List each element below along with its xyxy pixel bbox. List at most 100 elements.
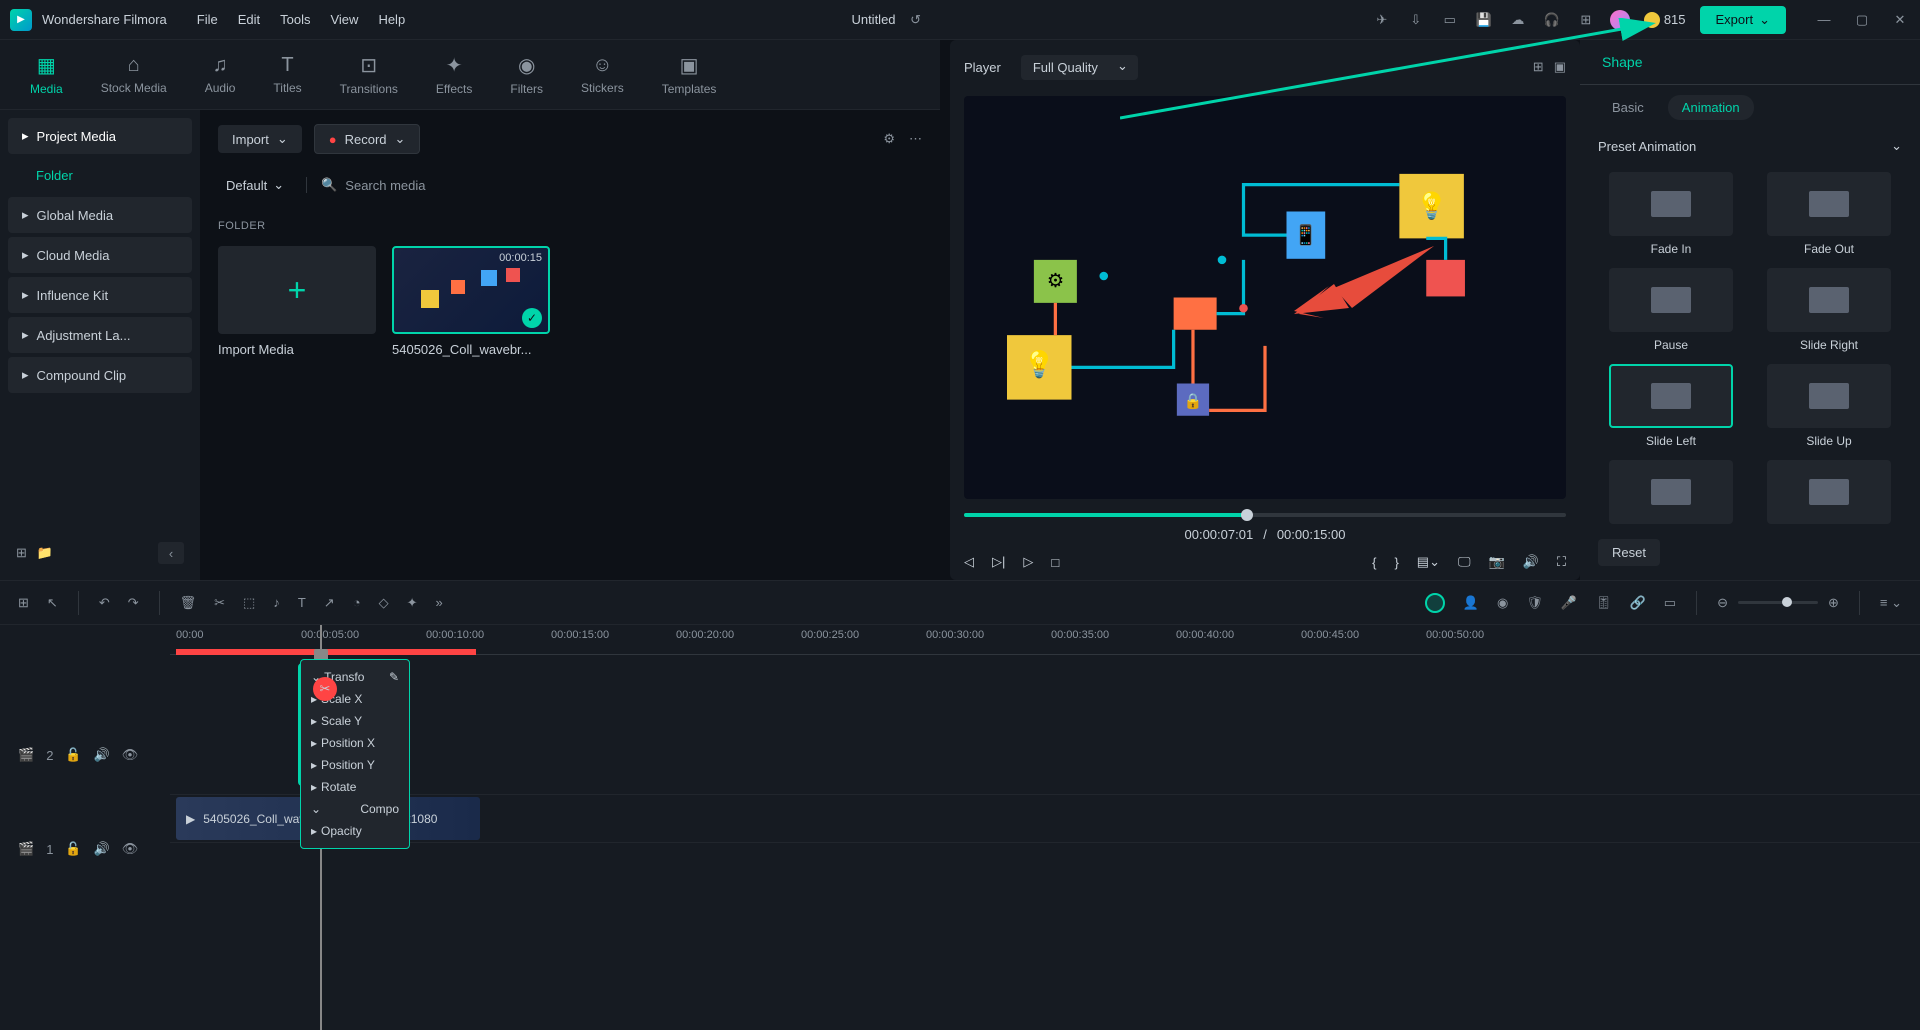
sidebar-item-global-media[interactable]: ▸Global Media xyxy=(8,197,192,233)
prop-rotate[interactable]: ▸Rotate xyxy=(301,776,409,798)
zoom-handle[interactable] xyxy=(1782,597,1792,607)
step-button[interactable]: ▷| xyxy=(992,554,1005,570)
mute-icon[interactable]: 🔊 xyxy=(94,841,110,857)
menu-view[interactable]: View xyxy=(330,12,358,27)
mic-button[interactable]: 🎤 xyxy=(1561,595,1577,611)
grid-view-icon[interactable]: ⊞ xyxy=(1533,59,1544,75)
text-button[interactable]: T xyxy=(298,595,306,610)
support-icon[interactable]: 🎧 xyxy=(1542,10,1562,30)
quality-select[interactable]: Full Quality xyxy=(1021,55,1138,80)
animation-preset-vortex-in[interactable]: Vortex In xyxy=(1756,460,1902,529)
sidebar-item-project-media[interactable]: ▸Project Media xyxy=(8,118,192,154)
menu-tools[interactable]: Tools xyxy=(280,12,310,27)
export-button[interactable]: Export ⌄ xyxy=(1700,6,1786,34)
prop-position-y[interactable]: ▸Position Y xyxy=(301,754,409,776)
import-media-card[interactable]: + Import Media xyxy=(218,246,376,357)
grid-icon[interactable]: ⊞ xyxy=(18,595,29,611)
prev-frame-button[interactable]: ◁ xyxy=(964,554,974,570)
eye-icon[interactable]: 👁 xyxy=(122,747,139,763)
music-button[interactable]: ♪ xyxy=(273,595,280,610)
animation-preset-slide-left[interactable]: Slide Left xyxy=(1598,364,1744,448)
filter-icon[interactable]: ⚙ xyxy=(883,131,895,147)
audio-mix-button[interactable]: 🎚 xyxy=(1595,595,1612,611)
zoom-in-button[interactable]: ⊕ xyxy=(1828,595,1839,611)
tab-templates[interactable]: ▣Templates xyxy=(662,53,717,96)
menu-edit[interactable]: Edit xyxy=(238,12,260,27)
fullscreen-button[interactable]: ⛶ xyxy=(1557,554,1566,570)
history-icon[interactable]: ↺ xyxy=(906,10,926,30)
animation-preset-slide-down[interactable]: Slide Down xyxy=(1598,460,1744,529)
animation-preset-pause[interactable]: Pause xyxy=(1598,268,1744,352)
render-button[interactable] xyxy=(1425,593,1445,613)
panel-compo-header[interactable]: ⌄ Compo xyxy=(301,798,409,820)
ratio-button[interactable]: ▤⌄ xyxy=(1417,554,1440,570)
speed-button[interactable]: ↗ xyxy=(324,595,335,611)
mark-out-button[interactable]: } xyxy=(1394,555,1398,570)
import-button[interactable]: Import⌄ xyxy=(218,125,302,153)
play-button[interactable]: ▷ xyxy=(1023,554,1033,570)
more-tools-button[interactable]: » xyxy=(435,595,442,610)
aspect-button[interactable]: ▭ xyxy=(1664,595,1676,611)
voice-button[interactable]: 👤 xyxy=(1463,595,1479,611)
mute-icon[interactable]: 🔊 xyxy=(94,747,110,763)
progress-handle[interactable] xyxy=(1241,509,1253,521)
screen-icon[interactable]: 🖵 xyxy=(1458,554,1471,570)
edit-icon[interactable]: ✎ xyxy=(389,670,399,684)
delete-button[interactable]: 🗑 xyxy=(180,595,197,611)
stop-button[interactable]: □ xyxy=(1051,555,1059,570)
lock-icon[interactable]: 🔓 xyxy=(65,747,81,763)
animation-preset-slide-up[interactable]: Slide Up xyxy=(1756,364,1902,448)
more-icon[interactable]: ⋯ xyxy=(909,131,922,147)
volume-button[interactable]: 🔊 xyxy=(1523,554,1539,570)
snapshot-button[interactable]: 📷 xyxy=(1489,554,1505,570)
single-view-icon[interactable]: ▣ xyxy=(1554,59,1566,75)
prop-scale-y[interactable]: ▸Scale Y xyxy=(301,710,409,732)
color-button[interactable]: ◔ xyxy=(353,595,361,610)
animation-preset-fade-in[interactable]: Fade In xyxy=(1598,172,1744,256)
sidebar-item-compound-clip[interactable]: ▸Compound Clip xyxy=(8,357,192,393)
record-button[interactable]: ●Record⌄ xyxy=(314,124,421,154)
link-button[interactable]: 🔗 xyxy=(1630,595,1646,611)
track-row-2[interactable]: ↗ Arrow ◉ ⌄ Transfo ✎ ▸Scale X ▸Scale Y … xyxy=(170,655,1920,795)
menu-file[interactable]: File xyxy=(197,12,218,27)
cloud-icon[interactable]: ☁ xyxy=(1508,10,1528,30)
keyframe-button[interactable]: ◇ xyxy=(379,595,389,611)
preset-animation-dropdown[interactable]: Preset Animation xyxy=(1580,130,1920,162)
list-view-button[interactable]: ≡ ⌄ xyxy=(1880,595,1902,611)
tab-filters[interactable]: ◉Filters xyxy=(510,53,543,96)
avatar[interactable] xyxy=(1610,10,1630,30)
sidebar-item-adjustment-layer[interactable]: ▸Adjustment La... xyxy=(8,317,192,353)
menu-help[interactable]: Help xyxy=(378,12,405,27)
shield-button[interactable]: 🛡 xyxy=(1526,595,1543,611)
sidebar-item-cloud-media[interactable]: ▸Cloud Media xyxy=(8,237,192,273)
pointer-icon[interactable]: ↖ xyxy=(47,595,58,611)
subtab-basic[interactable]: Basic xyxy=(1598,95,1658,120)
redo-button[interactable]: ↷ xyxy=(128,595,139,611)
animation-preset-fade-out[interactable]: Fade Out xyxy=(1756,172,1902,256)
device-icon[interactable]: ▭ xyxy=(1440,10,1460,30)
crop-button[interactable]: ⬚ xyxy=(243,595,255,611)
tab-titles[interactable]: TTitles xyxy=(273,54,301,95)
maximize-button[interactable]: ▢ xyxy=(1852,10,1872,30)
eye-icon[interactable]: 👁 xyxy=(122,841,139,857)
minimize-button[interactable]: — xyxy=(1814,10,1834,30)
download-icon[interactable]: ⇩ xyxy=(1406,10,1426,30)
cut-button[interactable]: ✂ xyxy=(214,595,225,611)
track-header-1[interactable]: 🎬1 🔓 🔊 👁 xyxy=(0,825,170,873)
undo-button[interactable]: ↶ xyxy=(99,595,110,611)
player-progress[interactable] xyxy=(964,513,1566,517)
track-header-2[interactable]: 🎬2 🔓 🔊 👁 xyxy=(0,685,170,825)
zoom-slider[interactable] xyxy=(1738,601,1818,604)
apps-icon[interactable]: ⊞ xyxy=(1576,10,1596,30)
tab-audio[interactable]: ♫Audio xyxy=(205,54,236,95)
folder-icon[interactable]: 📁 xyxy=(37,545,53,561)
cut-marker-icon[interactable]: ✂ xyxy=(313,677,337,701)
prop-position-x[interactable]: ▸Position X xyxy=(301,732,409,754)
inspector-tab-shape[interactable]: Shape xyxy=(1580,40,1920,85)
collapse-button[interactable]: ‹ xyxy=(158,542,184,564)
send-icon[interactable]: ✈ xyxy=(1372,10,1392,30)
track-row-1[interactable]: ▶ 5405026_Coll_wavebreak_Icon_1920x1080 xyxy=(170,795,1920,843)
subtab-animation[interactable]: Animation xyxy=(1668,95,1754,120)
zoom-out-button[interactable]: ⊖ xyxy=(1717,595,1728,611)
marker-button[interactable]: ◉ xyxy=(1497,595,1508,611)
